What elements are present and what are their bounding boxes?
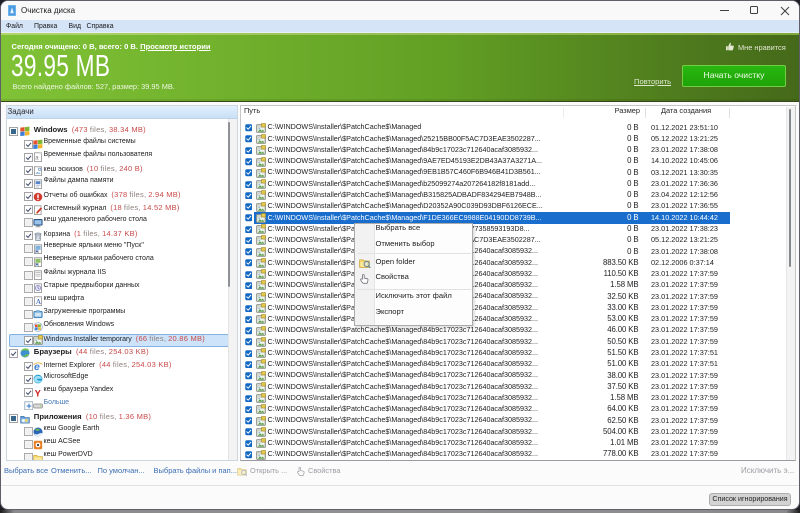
svg-text:Y: Y xyxy=(34,388,41,398)
svg-text:A: A xyxy=(35,297,41,306)
